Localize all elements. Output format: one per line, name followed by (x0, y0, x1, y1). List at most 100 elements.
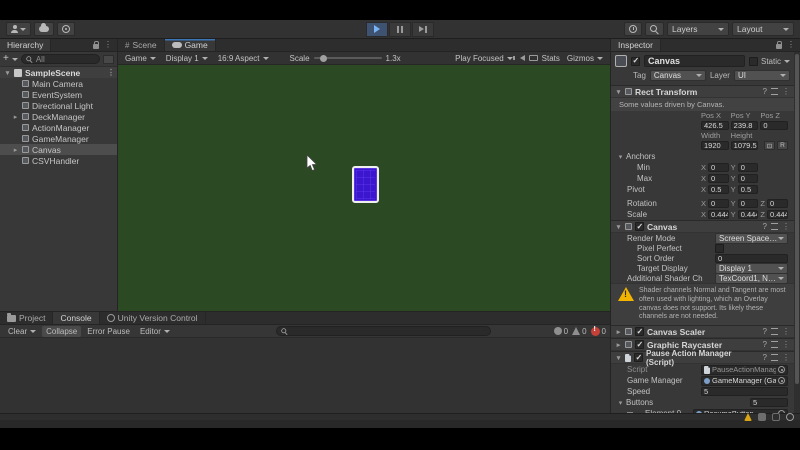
hierarchy-item-gamemanager[interactable]: GameManager (0, 133, 117, 144)
tab-inspector[interactable]: Inspector (611, 39, 661, 51)
tag-dropdown[interactable]: Canvas (649, 70, 706, 81)
anchor-max-x-field[interactable]: 0 (708, 174, 729, 183)
script-object-field[interactable]: PauseActionManager (701, 364, 788, 375)
raw-edit-mode-button[interactable]: R (777, 141, 789, 150)
layers-dropdown[interactable]: Layers (667, 22, 729, 36)
foldout-icon[interactable] (12, 113, 19, 121)
rotation-x-field[interactable]: 0 (708, 199, 729, 208)
help-icon[interactable] (763, 340, 767, 349)
component-enabled-checkbox[interactable] (635, 340, 644, 349)
kebab-menu-icon[interactable] (782, 223, 790, 231)
target-display-dropdown[interactable]: Display 1 (715, 262, 788, 274)
cache-status-icon[interactable] (772, 413, 780, 421)
hierarchy-item-actionmanager[interactable]: ActionManager (0, 122, 117, 133)
game-viewport[interactable] (118, 65, 610, 311)
error-pause-button[interactable]: Error Pause (83, 326, 134, 337)
editor-dropdown[interactable]: Editor (136, 326, 174, 337)
anchor-min-x-field[interactable]: 0 (708, 163, 729, 172)
stats-button[interactable]: Stats (542, 54, 560, 63)
pivot-y-field[interactable]: 0.5 (737, 185, 759, 194)
sort-order-field[interactable]: 0 (715, 253, 788, 263)
pos-z-field[interactable]: 0 (760, 121, 789, 130)
preset-icon[interactable] (771, 88, 778, 95)
lock-icon[interactable] (776, 41, 782, 49)
layer-dropdown[interactable]: UI (733, 70, 791, 81)
console-log-area[interactable] (0, 338, 610, 413)
play-button[interactable] (366, 21, 388, 37)
tab-console[interactable]: Console (53, 312, 100, 324)
additional-shader-dropdown[interactable]: TexCoord1, Normal, Tangent (715, 272, 788, 284)
tab-scene[interactable]: Scene (118, 39, 165, 51)
static-checkbox[interactable] (748, 56, 758, 66)
scale-y-field[interactable]: 0.4442 (737, 210, 759, 219)
anchor-min-y-field[interactable]: 0 (737, 163, 759, 172)
pos-x-field[interactable]: 426.5 (701, 121, 729, 130)
hierarchy-item-eventsystem[interactable]: EventSystem (0, 89, 117, 100)
object-picker-icon[interactable] (778, 377, 785, 384)
game-mode-dropdown[interactable]: Game (122, 53, 159, 64)
mute-audio-icon[interactable] (512, 55, 525, 61)
object-picker-icon[interactable] (778, 366, 785, 373)
preset-icon[interactable] (771, 341, 778, 348)
account-button[interactable] (6, 22, 31, 36)
metrics-icon[interactable] (528, 55, 538, 61)
rotation-z-field[interactable]: 0 (766, 199, 789, 208)
display-dropdown[interactable]: Display 1 (163, 53, 211, 64)
foldout-icon[interactable] (4, 69, 11, 77)
foldout-icon[interactable] (617, 153, 624, 161)
height-field[interactable]: 1079.522 (730, 141, 759, 150)
width-field[interactable]: 1920 (701, 141, 729, 150)
console-search-input[interactable] (275, 326, 491, 336)
chevron-down-icon[interactable] (784, 59, 790, 63)
pos-y-field[interactable]: 239.8 (730, 121, 759, 130)
tab-project[interactable]: Project (0, 312, 54, 324)
component-header-rect-transform[interactable]: Rect Transform (611, 85, 794, 98)
kebab-menu-icon[interactable] (782, 341, 790, 349)
game-manager-object-field[interactable]: GameManager (Game Manag (701, 375, 788, 386)
hierarchy-item-main-camera[interactable]: Main Camera (0, 78, 117, 89)
hierarchy-item-deckmanager[interactable]: DeckManager (0, 111, 117, 122)
layout-dropdown[interactable]: Layout (732, 22, 794, 36)
warning-count-toggle[interactable]: 0 (572, 327, 587, 336)
component-header-canvas-scaler[interactable]: Canvas Scaler (611, 325, 794, 338)
kebab-menu-icon[interactable] (107, 69, 117, 77)
foldout-icon[interactable] (615, 223, 622, 231)
tab-hierarchy[interactable]: Hierarchy (0, 39, 52, 51)
console-status-icon[interactable] (758, 413, 766, 421)
buttons-foldout-row[interactable]: Buttons 5 (611, 397, 794, 408)
scale-x-field[interactable]: 0.4442 (708, 210, 729, 219)
hierarchy-item-csvhandler[interactable]: CSVHandler (0, 155, 117, 166)
kebab-menu-icon[interactable] (782, 354, 790, 362)
anchor-max-y-field[interactable]: 0 (737, 174, 759, 183)
search-everything-button[interactable] (645, 22, 664, 36)
rotation-y-field[interactable]: 0 (737, 199, 759, 208)
foldout-icon[interactable] (12, 146, 19, 154)
scrollbar-thumb[interactable] (795, 54, 799, 384)
tab-unity-version-control[interactable]: Unity Version Control (100, 312, 206, 324)
foldout-icon[interactable] (615, 341, 622, 349)
tab-game[interactable]: Game (164, 39, 216, 51)
gameobject-name-field[interactable]: Canvas (644, 55, 745, 67)
preset-icon[interactable] (771, 354, 778, 361)
foldout-icon[interactable] (615, 354, 622, 362)
kebab-menu-icon[interactable] (787, 41, 795, 49)
foldout-icon[interactable] (615, 328, 622, 336)
activity-warning-icon[interactable] (744, 413, 752, 421)
help-icon[interactable] (763, 327, 767, 336)
hierarchy-filter-button[interactable] (103, 54, 114, 64)
component-enabled-checkbox[interactable] (635, 222, 644, 231)
anchors-foldout[interactable]: Anchors (611, 151, 794, 162)
hierarchy-item-canvas[interactable]: Canvas (0, 144, 117, 155)
undo-history-button[interactable] (624, 22, 642, 36)
lock-icon[interactable] (93, 41, 99, 49)
hierarchy-search-input[interactable]: All (20, 54, 100, 64)
pause-button[interactable] (389, 21, 411, 37)
add-gameobject-button[interactable]: + (3, 54, 9, 64)
hierarchy-item-directional-light[interactable]: Directional Light (0, 100, 117, 111)
scene-row[interactable]: SampleScene (0, 67, 117, 78)
preset-icon[interactable] (771, 223, 778, 230)
buttons-size-field[interactable]: 5 (750, 398, 788, 407)
cloud-button[interactable] (34, 22, 54, 36)
error-count-toggle[interactable]: 0 (590, 326, 606, 336)
scale-z-field[interactable]: 0.4442 (766, 210, 789, 219)
